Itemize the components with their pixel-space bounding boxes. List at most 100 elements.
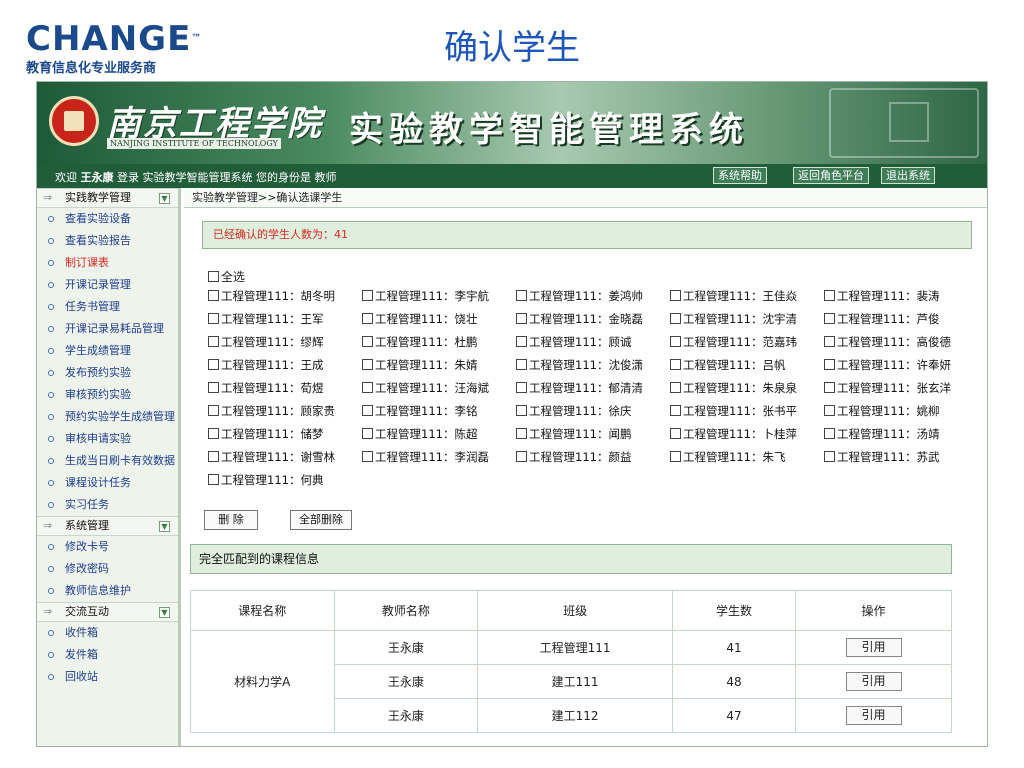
expand-icon[interactable]: ▼ [159,607,170,618]
checkbox-icon[interactable] [208,451,219,462]
student-checkbox-item[interactable]: 工程管理111：汪海斌 [362,380,489,396]
checkbox-icon[interactable] [362,382,373,393]
checkbox-icon[interactable] [208,382,219,393]
checkbox-icon[interactable] [362,428,373,439]
checkbox-icon[interactable] [208,359,219,370]
student-checkbox-item[interactable]: 工程管理111：李铭 [362,403,477,419]
sidebar-item[interactable]: 回收站 [37,666,178,688]
checkbox-icon[interactable] [362,336,373,347]
checkbox-icon[interactable] [516,451,527,462]
student-checkbox-item[interactable]: 工程管理111：郁清清 [516,380,643,396]
checkbox-icon[interactable] [824,451,835,462]
delete-button[interactable]: 删 除 [204,510,258,530]
sidebar-group-communication[interactable]: ⇒ 交流互动 ▼ [37,602,178,622]
sidebar-item[interactable]: 课程设计任务 [37,472,178,494]
checkbox-icon[interactable] [670,382,681,393]
student-checkbox-item[interactable]: 工程管理111：朱婧 [362,357,477,373]
checkbox-icon[interactable] [824,405,835,416]
student-checkbox-item[interactable]: 工程管理111：顾家贵 [208,403,335,419]
sidebar-group-system[interactable]: ⇒ 系统管理 ▼ [37,516,178,536]
sidebar-group-practice[interactable]: ⇒ 实践教学管理 ▼ [37,188,178,208]
checkbox-icon[interactable] [516,290,527,301]
checkbox-icon[interactable] [362,290,373,301]
checkbox-icon[interactable] [824,382,835,393]
sidebar-item[interactable]: 生成当日刷卡有效数据 [37,450,178,472]
sidebar-item[interactable]: 开课记录管理 [37,274,178,296]
checkbox-icon[interactable] [516,405,527,416]
student-checkbox-item[interactable]: 工程管理111：姜鸿帅 [516,288,643,304]
checkbox-icon[interactable] [362,313,373,324]
select-all-checkbox[interactable]: 全选 [208,268,245,285]
use-button[interactable]: 引用 [845,638,902,657]
checkbox-icon[interactable] [362,451,373,462]
student-checkbox-item[interactable]: 工程管理111：闻鹏 [516,426,631,442]
checkbox-icon[interactable] [208,271,219,282]
expand-icon[interactable]: ▼ [159,193,170,204]
student-checkbox-item[interactable]: 工程管理111：李润磊 [362,449,489,465]
student-checkbox-item[interactable]: 工程管理111：储梦 [208,426,323,442]
sidebar-item[interactable]: 发件箱 [37,644,178,666]
student-checkbox-item[interactable]: 工程管理111：苏武 [824,449,939,465]
student-checkbox-item[interactable]: 工程管理111：许奉妍 [824,357,951,373]
checkbox-icon[interactable] [208,428,219,439]
student-checkbox-item[interactable]: 工程管理111：汤靖 [824,426,939,442]
system-help-button[interactable]: 系统帮助 [713,167,767,184]
checkbox-icon[interactable] [670,336,681,347]
checkbox-icon[interactable] [208,474,219,485]
checkbox-icon[interactable] [208,290,219,301]
checkbox-icon[interactable] [824,336,835,347]
student-checkbox-item[interactable]: 工程管理111：王成 [208,357,323,373]
student-checkbox-item[interactable]: 工程管理111：金晓磊 [516,311,643,327]
checkbox-icon[interactable] [516,313,527,324]
checkbox-icon[interactable] [670,290,681,301]
use-button[interactable]: 引用 [845,706,902,725]
student-checkbox-item[interactable]: 工程管理111：饶壮 [362,311,477,327]
checkbox-icon[interactable] [516,359,527,370]
student-checkbox-item[interactable]: 工程管理111：芦俊 [824,311,939,327]
checkbox-icon[interactable] [670,359,681,370]
sidebar-item[interactable]: 发布预约实验 [37,362,178,384]
checkbox-icon[interactable] [670,451,681,462]
student-checkbox-item[interactable]: 工程管理111：吕帆 [670,357,785,373]
checkbox-icon[interactable] [824,428,835,439]
sidebar-item[interactable]: 修改卡号 [37,536,178,558]
exit-system-button[interactable]: 退出系统 [881,167,935,184]
student-checkbox-item[interactable]: 工程管理111：朱泉泉 [670,380,797,396]
sidebar-item[interactable]: 收件箱 [37,622,178,644]
student-checkbox-item[interactable]: 工程管理111：张玄洋 [824,380,951,396]
sidebar-item[interactable]: 查看实验设备 [37,208,178,230]
student-checkbox-item[interactable]: 工程管理111：谢雪林 [208,449,335,465]
checkbox-icon[interactable] [670,428,681,439]
student-checkbox-item[interactable]: 工程管理111：范嘉玮 [670,334,797,350]
student-checkbox-item[interactable]: 工程管理111：顾诚 [516,334,631,350]
student-checkbox-item[interactable]: 工程管理111：高俊德 [824,334,951,350]
checkbox-icon[interactable] [516,428,527,439]
sidebar-item[interactable]: 学生成绩管理 [37,340,178,362]
sidebar-item[interactable]: 开课记录易耗品管理 [37,318,178,340]
student-checkbox-item[interactable]: 工程管理111：朱飞 [670,449,785,465]
student-checkbox-item[interactable]: 工程管理111：胡冬明 [208,288,335,304]
student-checkbox-item[interactable]: 工程管理111：缪辉 [208,334,323,350]
checkbox-icon[interactable] [824,290,835,301]
expand-icon[interactable]: ▼ [159,521,170,532]
student-checkbox-item[interactable]: 工程管理111：李宇航 [362,288,489,304]
checkbox-icon[interactable] [208,336,219,347]
student-checkbox-item[interactable]: 工程管理111：颜益 [516,449,631,465]
student-checkbox-item[interactable]: 工程管理111：姚柳 [824,403,939,419]
sidebar-item[interactable]: 实习任务 [37,494,178,516]
sidebar-item-active[interactable]: 制订课表 [37,252,178,274]
checkbox-icon[interactable] [516,382,527,393]
student-checkbox-item[interactable]: 工程管理111：荀煜 [208,380,323,396]
checkbox-icon[interactable] [670,313,681,324]
sidebar-item[interactable]: 预约实验学生成绩管理 [37,406,178,428]
sidebar-item[interactable]: 审核申请实验 [37,428,178,450]
checkbox-icon[interactable] [824,313,835,324]
student-checkbox-item[interactable]: 工程管理111：沈俊潇 [516,357,643,373]
use-button[interactable]: 引用 [845,672,902,691]
student-checkbox-item[interactable]: 工程管理111：何典 [208,472,323,488]
checkbox-icon[interactable] [362,405,373,416]
delete-all-button[interactable]: 全部删除 [290,510,352,530]
checkbox-icon[interactable] [208,313,219,324]
student-checkbox-item[interactable]: 工程管理111：沈宇清 [670,311,797,327]
sidebar-item[interactable]: 任务书管理 [37,296,178,318]
